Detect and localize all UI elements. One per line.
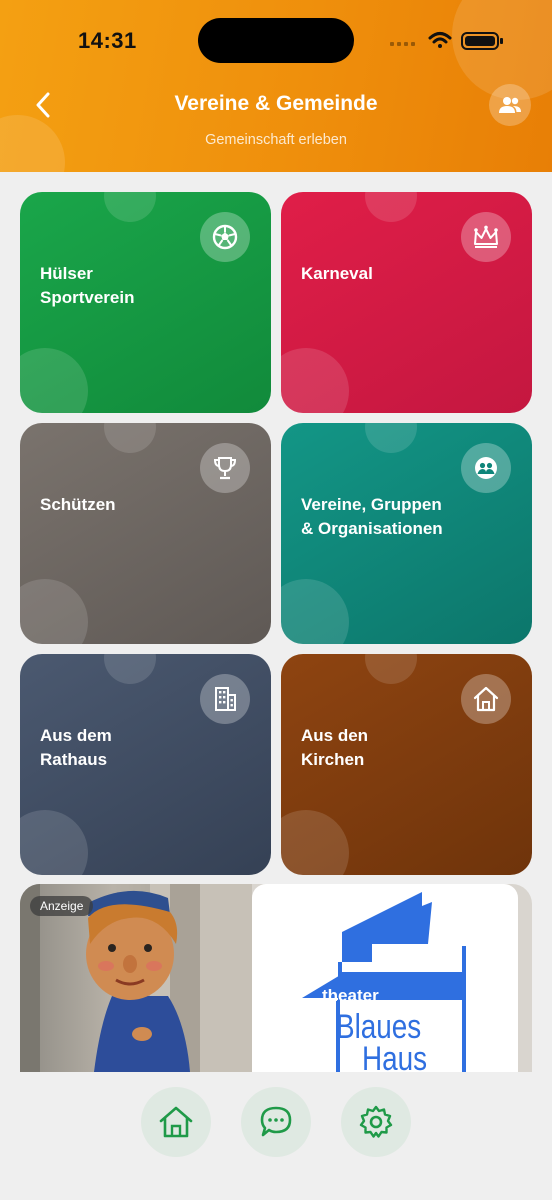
status-icons — [390, 32, 503, 50]
home-icon — [159, 1106, 193, 1138]
tile-decor-circle — [20, 810, 88, 875]
tile-decor-circle — [365, 192, 417, 222]
ad-banner[interactable]: Anzeige — [20, 884, 532, 1072]
tile-vereine-gruppen[interactable]: Vereine, Gruppen & Organisationen — [281, 423, 532, 644]
tile-decor-circle — [104, 654, 156, 684]
ad-logo-text: theater — [322, 986, 379, 1005]
tile-icon-badge — [200, 212, 250, 262]
soccer-ball-icon — [212, 224, 238, 250]
nav-settings-button[interactable] — [341, 1087, 411, 1157]
status-time: 14:31 — [78, 28, 137, 53]
tile-icon-badge — [461, 212, 511, 262]
tile-decor-circle — [281, 810, 349, 875]
page-title: Vereine & Gemeinde — [174, 92, 378, 115]
tile-decor-circle — [104, 192, 156, 222]
tile-label: Vereine, Gruppen & Organisationen — [301, 495, 443, 538]
building-icon — [215, 687, 236, 711]
page-subtitle: Gemeinschaft erleben — [205, 132, 347, 148]
header: 14:31 Vereine & Gemeinde Gemeinschaft er… — [0, 0, 552, 172]
tile-decor-circle — [365, 423, 417, 453]
community-button[interactable] — [489, 84, 531, 126]
tile-schuetzen[interactable]: Schützen — [20, 423, 271, 644]
tile-decor-circle — [281, 348, 349, 413]
dynamic-island — [198, 18, 354, 63]
people-icon — [499, 97, 521, 113]
tile-label: Karneval — [301, 264, 373, 283]
tile-icon-badge — [200, 443, 250, 493]
nav-chat-button[interactable] — [241, 1087, 311, 1157]
group-icon — [475, 457, 497, 479]
tile-karneval[interactable]: Karneval — [281, 192, 532, 413]
nav-home-button[interactable] — [141, 1087, 211, 1157]
battery-icon — [461, 32, 503, 50]
trophy-icon — [213, 457, 237, 480]
chat-icon — [260, 1106, 292, 1137]
tile-label: Schützen — [40, 495, 116, 514]
tile-label: Aus den Kirchen — [301, 726, 369, 769]
tile-kirchen[interactable]: Aus den Kirchen — [281, 654, 532, 875]
tile-decor-circle — [365, 654, 417, 684]
tile-decor-circle — [20, 579, 88, 644]
ad-badge: Anzeige — [30, 896, 94, 916]
tile-decor-circle — [104, 423, 156, 453]
tile-icon-badge — [461, 443, 511, 493]
wifi-icon — [428, 32, 452, 48]
tile-icon-badge — [461, 674, 511, 724]
tile-sportverein[interactable]: Hülser Sportverein — [20, 192, 271, 413]
tile-label: Aus dem Rathaus — [40, 726, 112, 769]
crown-icon — [474, 225, 498, 248]
tile-decor-circle — [20, 348, 88, 413]
tile-rathaus[interactable]: Aus dem Rathaus — [20, 654, 271, 875]
signal-icon — [390, 42, 415, 46]
tile-decor-circle — [281, 579, 349, 644]
church-house-icon — [473, 686, 499, 712]
ad-photo-puppet: Anzeige — [20, 884, 252, 1072]
settings-icon — [359, 1105, 393, 1138]
tile-icon-badge — [200, 674, 250, 724]
tile-label: Hülser Sportverein — [40, 264, 135, 307]
